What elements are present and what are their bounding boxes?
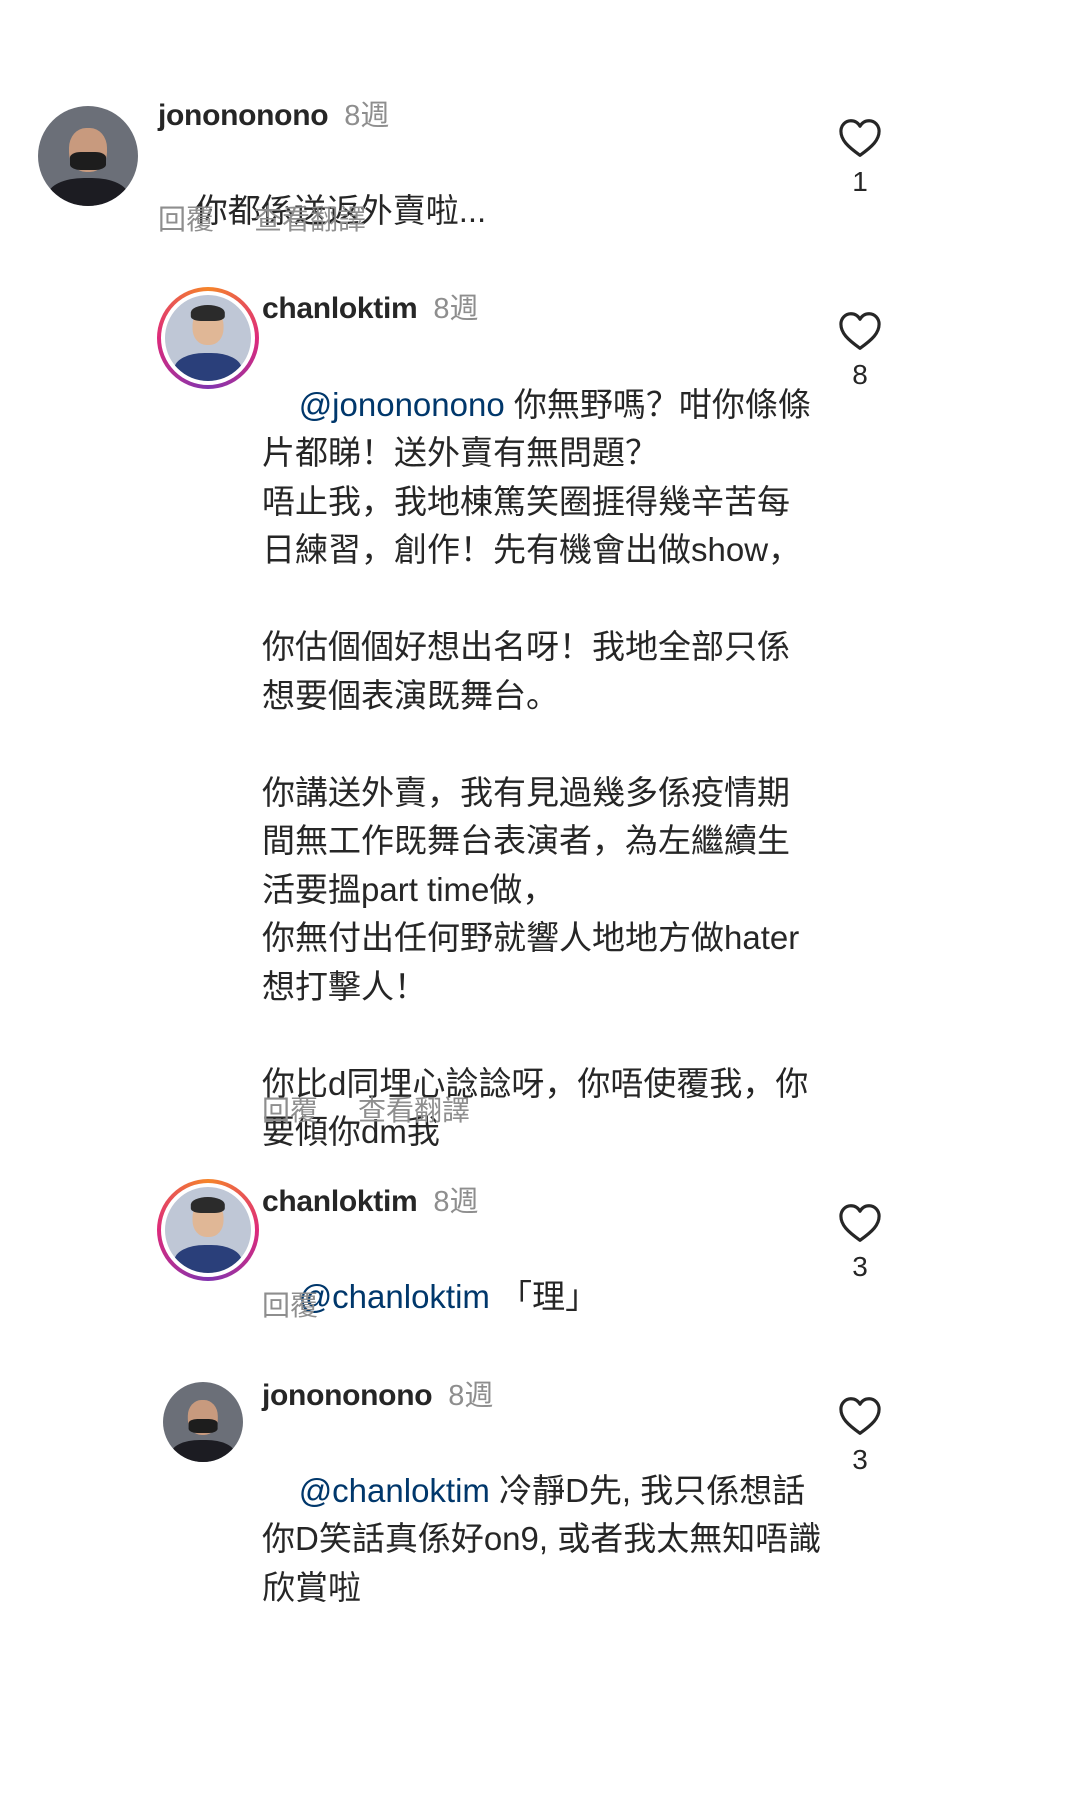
heart-outline-icon bbox=[839, 1397, 881, 1435]
mention[interactable]: @chanloktim bbox=[299, 1472, 490, 1509]
reply-button[interactable]: 回覆 bbox=[158, 198, 214, 238]
heart-outline-icon bbox=[839, 119, 881, 157]
like-button[interactable]: 3 bbox=[836, 1203, 884, 1283]
mention[interactable]: @jonononono bbox=[299, 386, 505, 423]
timestamp: 8週 bbox=[448, 1380, 494, 1412]
username[interactable]: jonononono bbox=[158, 99, 329, 133]
comment-text: @jonononono 你無野嗎？咁你條條片都睇！送外賣有無問題？ 唔止我，我地… bbox=[262, 385, 811, 1151]
see-translation-button[interactable]: 查看翻譯 bbox=[254, 198, 366, 238]
like-button[interactable]: 1 bbox=[836, 118, 884, 198]
timestamp: 8週 bbox=[433, 293, 479, 325]
comment-text: @chanloktim 「理」 bbox=[298, 1277, 599, 1315]
like-button[interactable]: 8 bbox=[836, 311, 884, 391]
avatar[interactable] bbox=[157, 287, 259, 389]
like-count: 8 bbox=[852, 359, 868, 390]
username[interactable]: jonononono bbox=[262, 1379, 433, 1413]
reply-button[interactable]: 回覆 bbox=[262, 1089, 318, 1129]
like-count: 1 bbox=[852, 166, 868, 197]
see-translation-button[interactable]: 查看翻譯 bbox=[358, 1089, 470, 1129]
comment-text: @chanloktim 冷靜D先, 我只係想話你D笑話真係好on9, 或者我太無… bbox=[262, 1471, 822, 1606]
timestamp: 8週 bbox=[433, 1186, 479, 1218]
username[interactable]: chanloktim bbox=[262, 1185, 418, 1219]
username[interactable]: chanloktim bbox=[262, 292, 418, 326]
heart-outline-icon bbox=[839, 312, 881, 350]
avatar[interactable] bbox=[38, 106, 138, 206]
like-button[interactable]: 3 bbox=[836, 1396, 884, 1476]
avatar[interactable] bbox=[163, 1382, 243, 1462]
mention[interactable]: @chanloktim bbox=[299, 1278, 490, 1315]
like-count: 3 bbox=[852, 1251, 868, 1282]
avatar[interactable] bbox=[157, 1179, 259, 1281]
like-count: 3 bbox=[852, 1444, 868, 1475]
reply-button[interactable]: 回覆 bbox=[262, 1284, 318, 1324]
timestamp: 8週 bbox=[344, 100, 390, 132]
heart-outline-icon bbox=[839, 1204, 881, 1242]
